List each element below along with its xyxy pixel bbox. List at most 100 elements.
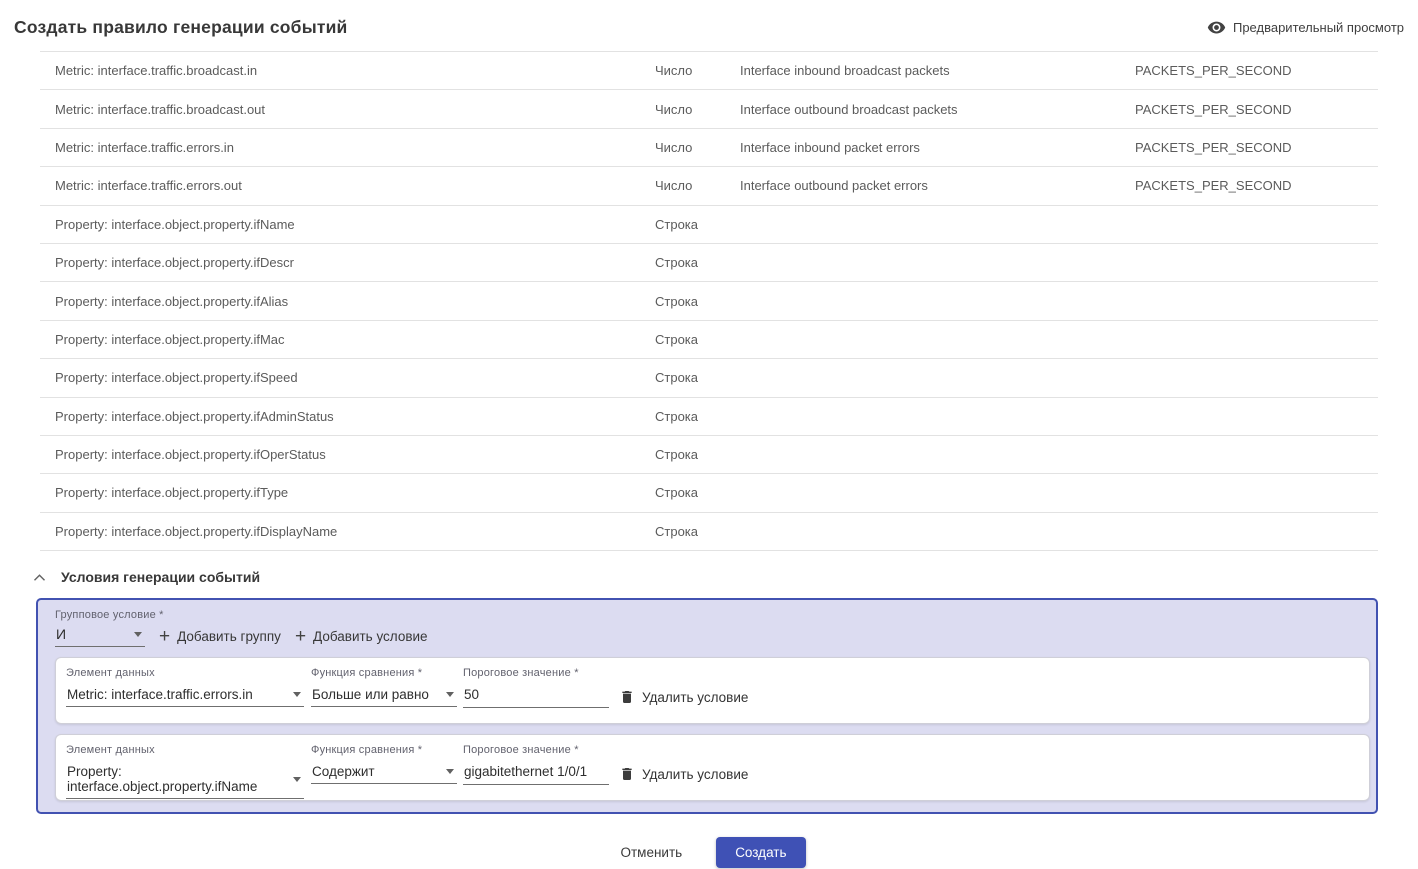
data-item-type: Строка bbox=[655, 294, 740, 309]
data-items-table: Metric: interface.traffic.broadcast.in Ч… bbox=[40, 51, 1378, 551]
data-item-type: Строка bbox=[655, 409, 740, 424]
delete-condition-label: Удалить условие bbox=[642, 690, 748, 705]
dropdown-arrow-icon bbox=[446, 692, 454, 697]
data-item-name: Property: interface.object.property.ifTy… bbox=[55, 485, 655, 500]
data-item-type: Строка bbox=[655, 370, 740, 385]
dropdown-arrow-icon bbox=[293, 692, 301, 697]
data-item-unit: PACKETS_PER_SECOND bbox=[1135, 63, 1378, 78]
function-select[interactable]: Больше или равно bbox=[311, 685, 457, 707]
data-item-name: Metric: interface.traffic.broadcast.out bbox=[55, 102, 655, 117]
table-row: Property: interface.object.property.ifNa… bbox=[40, 206, 1378, 244]
add-condition-button-label: Добавить условие bbox=[313, 629, 428, 644]
table-row: Property: interface.object.property.ifMa… bbox=[40, 321, 1378, 359]
trash-icon bbox=[619, 688, 635, 706]
data-item-type: Строка bbox=[655, 255, 740, 270]
condition-threshold-field: Пороговое значение * gigabitethernet 1/0… bbox=[463, 744, 619, 785]
threshold-label: Пороговое значение * bbox=[463, 744, 619, 756]
element-value: Property: interface.object.property.ifNa… bbox=[67, 764, 287, 794]
function-label: Функция сравнения * bbox=[311, 744, 463, 756]
data-item-type: Строка bbox=[655, 217, 740, 232]
delete-condition-button[interactable]: Удалить условие bbox=[619, 688, 1359, 706]
data-item-name: Property: interface.object.property.ifDe… bbox=[55, 255, 655, 270]
eye-icon bbox=[1207, 18, 1226, 37]
condition-threshold-field: Пороговое значение * 50 bbox=[463, 667, 619, 708]
element-value: Metric: interface.traffic.errors.in bbox=[67, 687, 253, 702]
data-item-name: Property: interface.object.property.ifOp… bbox=[55, 447, 655, 462]
data-item-description: Interface inbound packet errors bbox=[740, 140, 1135, 155]
table-row: Metric: interface.traffic.errors.out Чис… bbox=[40, 167, 1378, 205]
data-item-name: Property: interface.object.property.ifAl… bbox=[55, 294, 655, 309]
plus-icon: + bbox=[159, 630, 170, 644]
dropdown-arrow-icon bbox=[134, 632, 142, 637]
table-row: Property: interface.object.property.ifDe… bbox=[40, 244, 1378, 282]
data-item-description: Interface inbound broadcast packets bbox=[740, 63, 1135, 78]
function-value: Содержит bbox=[312, 764, 375, 779]
condition-element-field: Элемент данных Property: interface.objec… bbox=[66, 744, 311, 799]
add-condition-button[interactable]: + Добавить условие bbox=[295, 629, 428, 647]
threshold-label: Пороговое значение * bbox=[463, 667, 619, 679]
table-row: Property: interface.object.property.ifOp… bbox=[40, 436, 1378, 474]
data-item-type: Число bbox=[655, 140, 740, 155]
function-label: Функция сравнения * bbox=[311, 667, 463, 679]
function-value: Больше или равно bbox=[312, 687, 429, 702]
conditions-section-header: Условия генерации событий bbox=[33, 569, 1418, 585]
data-item-name: Property: interface.object.property.ifMa… bbox=[55, 332, 655, 347]
element-label: Элемент данных bbox=[66, 744, 311, 756]
table-row: Property: interface.object.property.ifAd… bbox=[40, 398, 1378, 436]
table-row: Property: interface.object.property.ifDi… bbox=[40, 513, 1378, 551]
group-condition-row: И + Добавить группу + Добавить условие bbox=[55, 624, 1370, 647]
data-item-type: Строка bbox=[655, 447, 740, 462]
table-row: Property: interface.object.property.ifAl… bbox=[40, 282, 1378, 320]
table-row: Metric: interface.traffic.errors.in Числ… bbox=[40, 129, 1378, 167]
plus-icon: + bbox=[295, 630, 306, 644]
table-row: Metric: interface.traffic.broadcast.out … bbox=[40, 90, 1378, 128]
data-item-description: Interface outbound broadcast packets bbox=[740, 102, 1135, 117]
threshold-input[interactable]: gigabitethernet 1/0/1 bbox=[463, 762, 609, 785]
threshold-input[interactable]: 50 bbox=[463, 685, 609, 708]
condition-group-panel: Групповое условие * И + Добавить группу … bbox=[36, 598, 1378, 814]
trash-icon bbox=[619, 765, 635, 783]
page-title: Создать правило генерации событий bbox=[14, 17, 348, 38]
conditions-section-title: Условия генерации событий bbox=[61, 569, 260, 585]
data-item-name: Metric: interface.traffic.errors.in bbox=[55, 140, 655, 155]
condition-card: Элемент данных Metric: interface.traffic… bbox=[55, 657, 1370, 724]
data-item-unit: PACKETS_PER_SECOND bbox=[1135, 102, 1378, 117]
data-item-type: Строка bbox=[655, 524, 740, 539]
footer-actions: Отменить Создать bbox=[0, 837, 1418, 868]
data-item-name: Property: interface.object.property.ifDi… bbox=[55, 524, 655, 539]
cancel-button[interactable]: Отменить bbox=[613, 838, 691, 867]
page-header: Создать правило генерации событий Предва… bbox=[0, 0, 1418, 51]
group-condition-select[interactable]: И bbox=[55, 624, 145, 647]
data-item-name: Metric: interface.traffic.errors.out bbox=[55, 178, 655, 193]
table-row: Property: interface.object.property.ifSp… bbox=[40, 359, 1378, 397]
data-item-name: Property: interface.object.property.ifNa… bbox=[55, 217, 655, 232]
condition-card: Элемент данных Property: interface.objec… bbox=[55, 734, 1370, 801]
preview-button-label: Предварительный просмотр bbox=[1233, 20, 1404, 35]
data-item-name: Property: interface.object.property.ifSp… bbox=[55, 370, 655, 385]
data-item-unit: PACKETS_PER_SECOND bbox=[1135, 140, 1378, 155]
condition-function-field: Функция сравнения * Больше или равно bbox=[311, 667, 463, 707]
create-button[interactable]: Создать bbox=[716, 837, 805, 868]
add-group-button[interactable]: + Добавить группу bbox=[159, 629, 281, 647]
data-item-type: Строка bbox=[655, 332, 740, 347]
dropdown-arrow-icon bbox=[446, 769, 454, 774]
data-item-type: Число bbox=[655, 63, 740, 78]
element-select[interactable]: Property: interface.object.property.ifNa… bbox=[66, 762, 304, 799]
data-item-type: Число bbox=[655, 102, 740, 117]
data-item-unit: PACKETS_PER_SECOND bbox=[1135, 178, 1378, 193]
dropdown-arrow-icon bbox=[293, 777, 301, 782]
delete-condition-button[interactable]: Удалить условие bbox=[619, 765, 1359, 783]
element-select[interactable]: Metric: interface.traffic.errors.in bbox=[66, 685, 304, 707]
function-select[interactable]: Содержит bbox=[311, 762, 457, 784]
delete-condition-label: Удалить условие bbox=[642, 767, 748, 782]
add-group-button-label: Добавить группу bbox=[177, 629, 281, 644]
data-item-name: Metric: interface.traffic.broadcast.in bbox=[55, 63, 655, 78]
preview-button[interactable]: Предварительный просмотр bbox=[1207, 18, 1404, 37]
element-label: Элемент данных bbox=[66, 667, 311, 679]
chevron-up-icon[interactable] bbox=[33, 573, 46, 582]
group-condition-label: Групповое условие * bbox=[55, 609, 1370, 621]
condition-function-field: Функция сравнения * Содержит bbox=[311, 744, 463, 784]
table-row: Property: interface.object.property.ifTy… bbox=[40, 474, 1378, 512]
data-item-type: Число bbox=[655, 178, 740, 193]
group-condition-value: И bbox=[56, 626, 66, 642]
